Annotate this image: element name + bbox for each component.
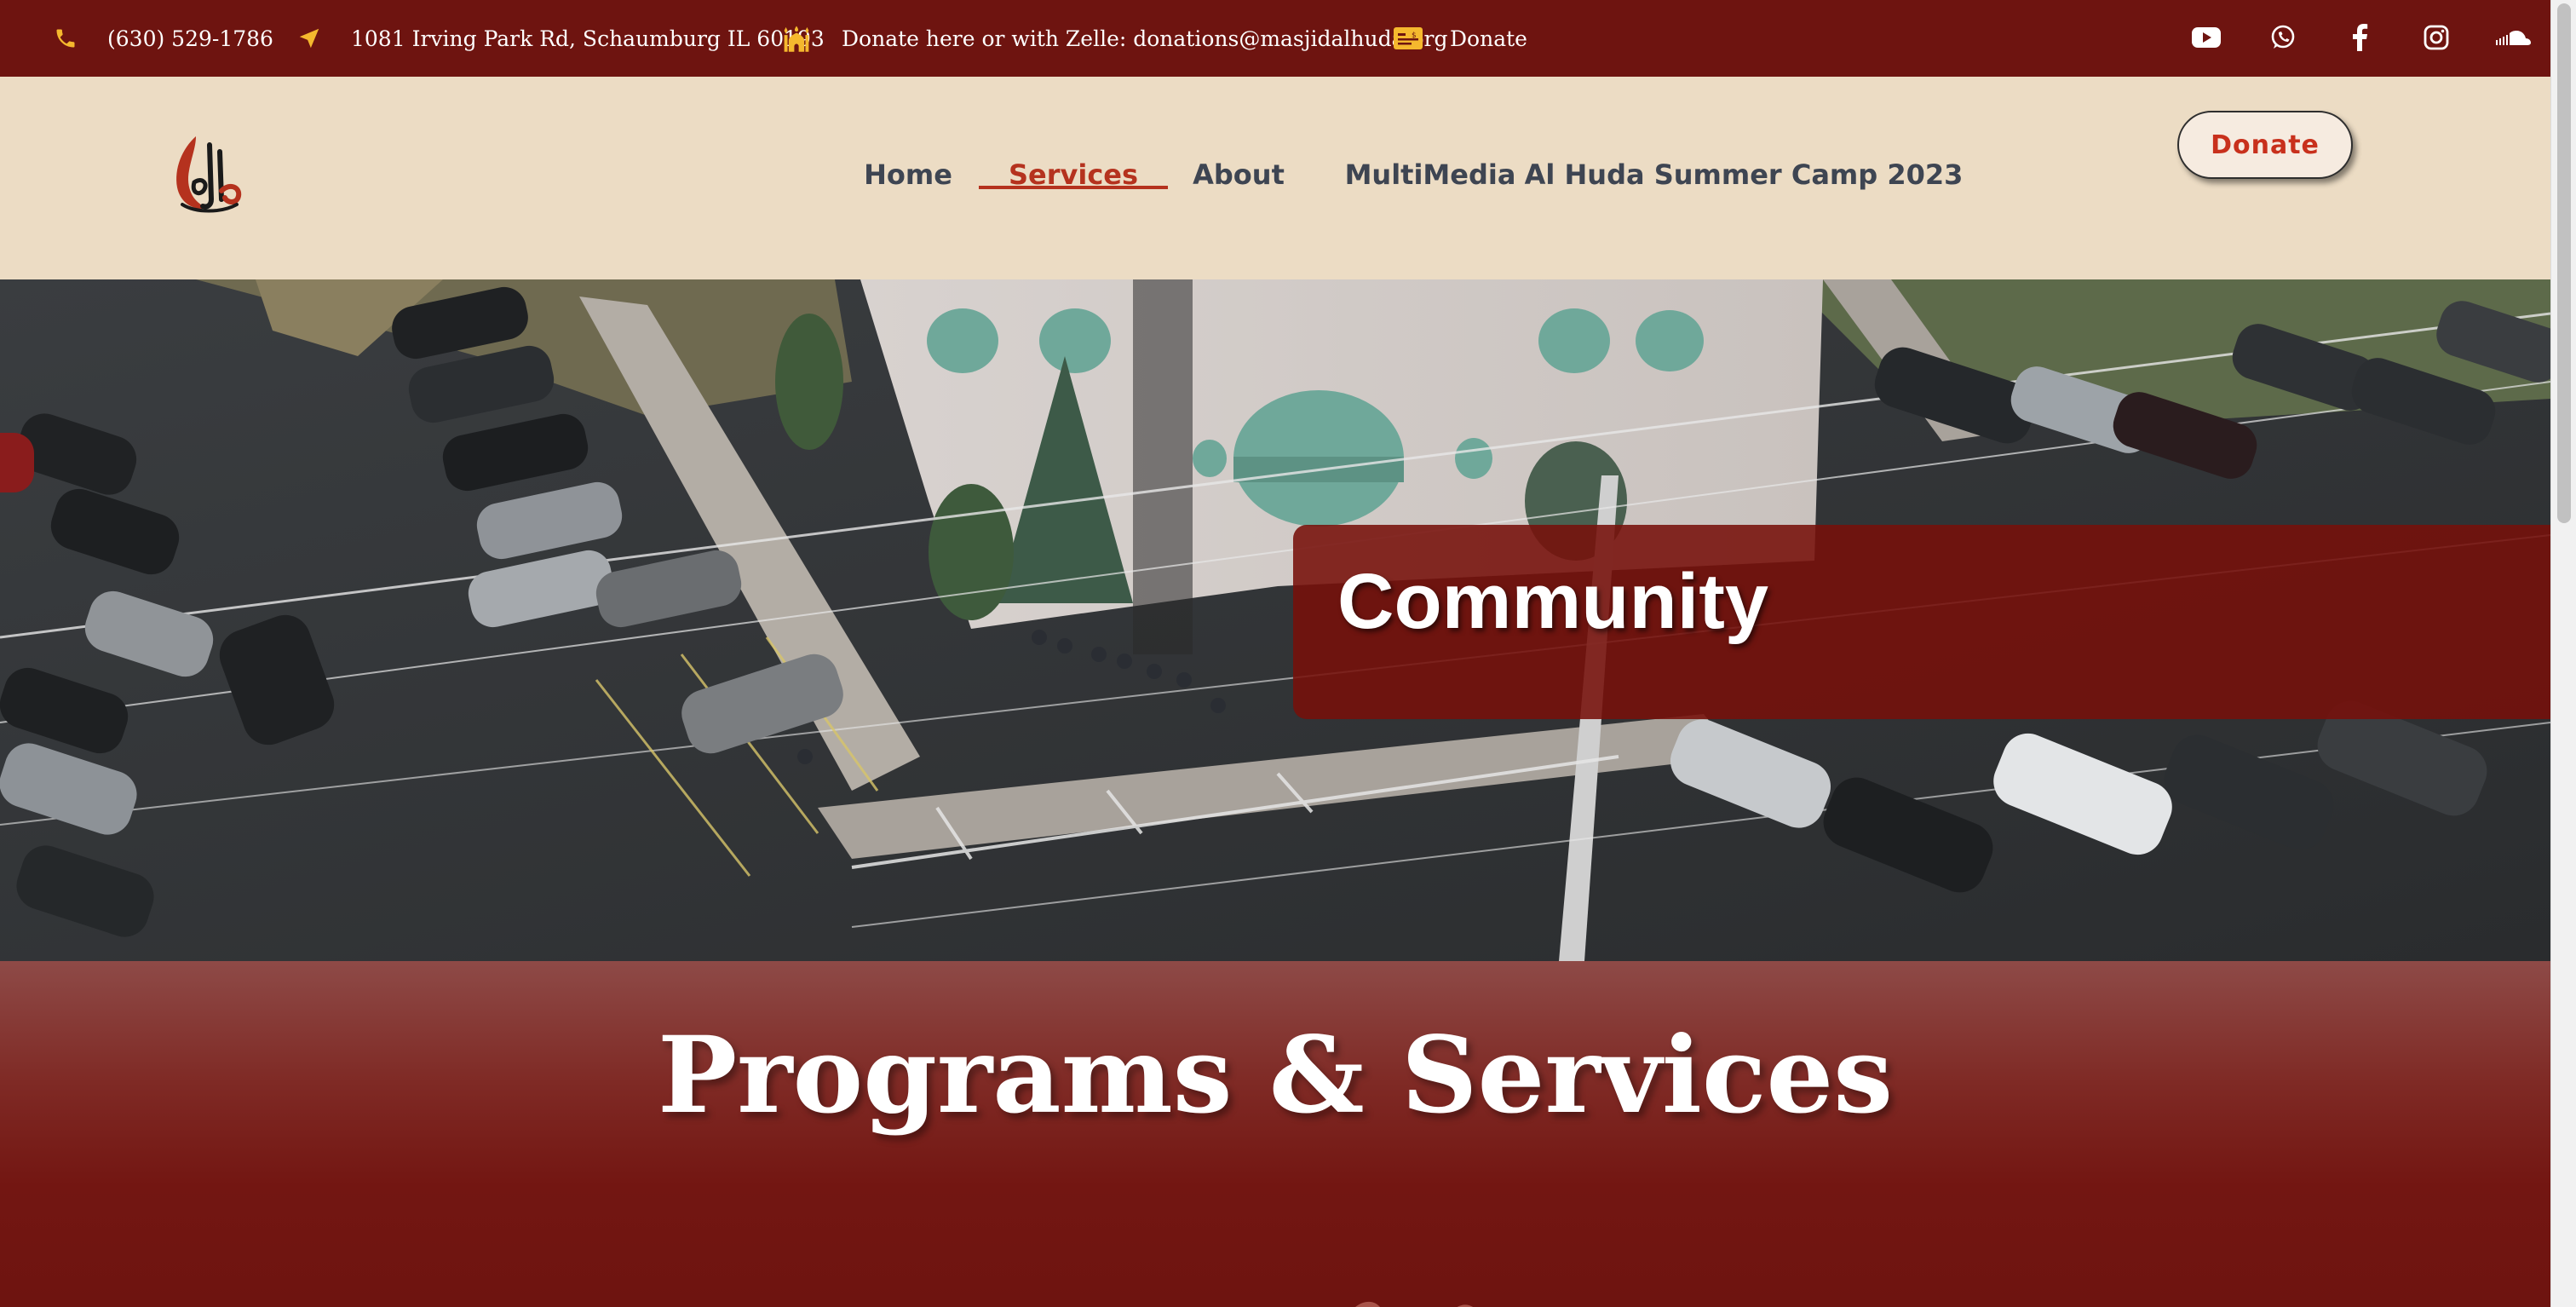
page-scrollbar[interactable]: [2550, 0, 2576, 1307]
nav-multimedia[interactable]: MultiMedia: [1345, 128, 1516, 222]
phone-contact[interactable]: (630) 529-1786: [51, 0, 273, 77]
nav-home[interactable]: Home: [860, 128, 956, 222]
soundcloud-icon[interactable]: [2494, 20, 2533, 55]
nav-about[interactable]: About: [1193, 128, 1285, 222]
youtube-icon[interactable]: [2189, 20, 2223, 55]
nav-services[interactable]: Services: [979, 128, 1168, 222]
hero-title: Community: [1337, 558, 1768, 645]
instagram-icon[interactable]: [2419, 20, 2453, 55]
hero-section: Community: [0, 279, 2550, 961]
donate-link-text: Donate: [1450, 26, 1527, 51]
phone-number: (630) 529-1786: [107, 26, 273, 51]
menu-bar: Home Services About MultiMedia Al Huda S…: [0, 128, 2044, 222]
address-contact[interactable]: 1081 Irving Park Rd, Schaumburg IL 60193: [295, 0, 825, 77]
scrollbar-thumb[interactable]: [2557, 3, 2571, 523]
svg-text:$: $: [1412, 32, 1417, 40]
zelle-donation[interactable]: Donate here or with Zelle: donations@mas…: [782, 0, 1447, 77]
mosque-icon: [782, 24, 811, 53]
donate-button[interactable]: Donate: [2177, 111, 2353, 179]
whatsapp-icon[interactable]: [2266, 20, 2300, 55]
active-tab-underline: [979, 186, 1168, 189]
phone-icon: [51, 24, 80, 53]
location-arrow-icon: [295, 24, 324, 53]
zelle-text: Donate here or with Zelle: donations@mas…: [842, 26, 1448, 51]
page: (630) 529-1786 1081 Irving Park Rd, Scha…: [0, 0, 2550, 1307]
facebook-icon[interactable]: [2343, 20, 2377, 55]
next-heading-cropped: [1355, 1301, 1473, 1307]
nav-summer-camp[interactable]: Al Huda Summer Camp 2023: [1525, 128, 1964, 222]
donation-card-icon: $: [1394, 24, 1423, 53]
top-info-bar: (630) 529-1786 1081 Irving Park Rd, Scha…: [0, 0, 2550, 77]
programs-heading: Programs & Services: [657, 1014, 1894, 1137]
programs-section: Programs & Services: [0, 961, 2550, 1307]
donate-link[interactable]: $ Donate: [1394, 0, 1527, 77]
hero-banner: Community: [1293, 525, 2550, 719]
address-text: 1081 Irving Park Rd, Schaumburg IL 60193: [351, 26, 825, 51]
main-navigation: Home Services About MultiMedia Al Huda S…: [0, 77, 2550, 279]
